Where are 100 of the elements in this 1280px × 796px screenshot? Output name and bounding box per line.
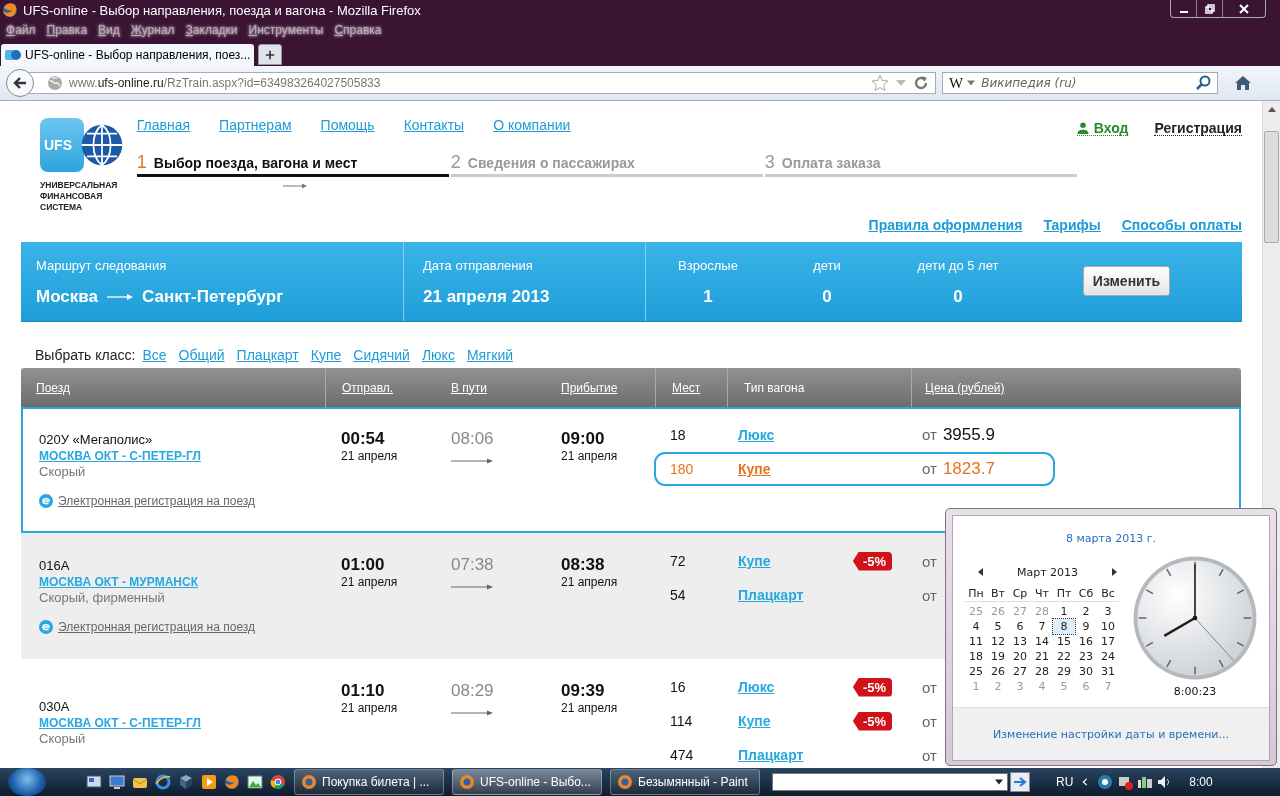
menu-item[interactable]: Справка (334, 23, 382, 37)
departure-time: 01:10 (341, 681, 385, 701)
cube-icon[interactable] (178, 774, 194, 790)
home-icon (1234, 74, 1252, 92)
calendar-day[interactable]: 1 (1053, 604, 1075, 619)
browser-tab[interactable]: UFS-online - Выбор направления, поез... (1, 44, 255, 66)
arrow-icon (451, 710, 493, 716)
arrival-time: 09:00 (561, 429, 605, 449)
search-icon[interactable] (1195, 75, 1211, 91)
menu-item[interactable]: Файл (6, 23, 36, 37)
e-registration-link[interactable]: Электронная регистрация на поезд (58, 620, 256, 634)
discount-badge: -5% (852, 677, 892, 697)
dropdown-arrow-icon[interactable] (995, 778, 1003, 786)
browser-icon[interactable] (224, 774, 240, 790)
network-icon[interactable] (1137, 774, 1154, 790)
calendar-day[interactable]: 10 (1097, 619, 1119, 634)
next-month-icon[interactable] (1112, 568, 1117, 576)
calendar-day[interactable]: 15 (1053, 634, 1075, 649)
calendar-day[interactable]: 3 (1097, 604, 1119, 619)
caret-icon[interactable] (967, 79, 976, 87)
window-icon[interactable] (86, 774, 102, 790)
taskbar-clock[interactable]: 8:00 (1189, 775, 1213, 789)
start-button[interactable] (8, 768, 46, 796)
menu-item[interactable]: Инструменты (248, 23, 324, 37)
monitor-icon[interactable] (109, 774, 125, 790)
calendar-day[interactable]: 9 (1075, 619, 1097, 634)
address-bar-field[interactable] (772, 773, 1008, 791)
globe-icon (47, 75, 63, 91)
calendar-day[interactable]: 6 (1009, 619, 1031, 634)
ring-icon[interactable] (155, 774, 171, 790)
star-icon[interactable] (871, 74, 889, 92)
browser-icon (2, 2, 18, 18)
seat-count: 72 (669, 553, 687, 569)
column-header[interactable]: В пути (451, 380, 488, 395)
calendar-day[interactable]: 25 (965, 664, 987, 679)
column-header[interactable]: Поезд (36, 380, 70, 395)
search-field[interactable]: W Википедия (ru) (942, 72, 1218, 94)
month-title: Март 2013 (1016, 565, 1079, 579)
url-text: www.ufs-online.ru/RzTrain.aspx?id=634983264027505833 (69, 76, 381, 90)
calendar-day[interactable]: 16 (1075, 634, 1097, 649)
calendar-day[interactable]: 11 (965, 634, 987, 649)
previous-month-icon[interactable] (978, 568, 983, 576)
car-option[interactable]: 180 Купе от 1823.7 (654, 452, 1055, 486)
calendar-day[interactable]: 2 (1075, 604, 1097, 619)
minimize-icon (1179, 10, 1188, 13)
car-option[interactable]: 18 Люкс от 3955.9 (654, 418, 1055, 452)
go-button[interactable] (1010, 772, 1030, 792)
taskbar-button[interactable]: UFS-online - Выбо... (452, 769, 602, 795)
calendar-day[interactable]: 29 (1053, 664, 1075, 679)
circle-icon[interactable] (270, 774, 286, 790)
menu-item[interactable]: Журнал (130, 23, 175, 37)
login-link[interactable]: Вход (1076, 120, 1129, 136)
arrow-icon (106, 293, 133, 301)
play-icon[interactable] (201, 774, 217, 790)
column-header[interactable]: Цена (рублей) (925, 380, 1005, 395)
calendar-day[interactable]: 27 (1009, 664, 1031, 679)
new-tab-button[interactable] (258, 44, 283, 65)
field-label: Маршрут следования (36, 258, 168, 274)
date-time-settings-link[interactable]: Изменение настройки даты и времени... (993, 727, 1229, 741)
step-tab[interactable]: 1 Выбор поезда, вагона и мест (136, 151, 449, 177)
calendar-day[interactable]: 26 (987, 664, 1009, 679)
monitor-icon[interactable] (1117, 774, 1134, 790)
change-button[interactable]: Изменить (1083, 266, 1170, 296)
taskbar-button[interactable]: Безымянный - Paint (610, 769, 760, 795)
calendar-day[interactable]: 7 (1031, 619, 1053, 634)
scroll-up-icon[interactable] (1267, 107, 1276, 112)
search-engine-logo[interactable]: W (949, 74, 964, 92)
calendar-day[interactable]: 17 (1097, 634, 1119, 649)
picture-icon[interactable] (247, 774, 263, 790)
scroll-thumb[interactable] (1264, 131, 1279, 243)
calendar-day[interactable]: 8 (1053, 619, 1075, 634)
disc-icon[interactable] (1097, 774, 1114, 790)
city-name: Москва (36, 287, 98, 307)
e-icon (39, 620, 53, 634)
menu-item[interactable]: Вид (98, 23, 120, 37)
arrival-date: 21 апреля (561, 701, 618, 715)
reload-icon[interactable] (913, 75, 929, 91)
column-header[interactable]: Отправл. (342, 380, 394, 395)
language-indicator[interactable]: RU (1056, 775, 1074, 789)
calendar-day[interactable]: 5 (987, 619, 1009, 634)
menu-item[interactable]: Правка (46, 23, 88, 37)
travel-time: 08:29 (451, 681, 494, 701)
menu-item[interactable]: Закладки (185, 23, 238, 37)
calendar-day[interactable]: 30 (1075, 664, 1097, 679)
chevron-icon[interactable] (1081, 778, 1090, 786)
register-link[interactable]: Регистрация (1154, 120, 1242, 136)
calendar-day[interactable]: 14 (1031, 634, 1053, 649)
calendar-day[interactable]: 4 (965, 619, 987, 634)
weekday-label: Вс (1097, 586, 1119, 602)
column-header[interactable]: Прибытие (561, 380, 618, 395)
calendar-day[interactable]: 12 (987, 634, 1009, 649)
calendar-day[interactable]: 28 (1031, 664, 1053, 679)
e-registration-link[interactable]: Электронная регистрация на поезд (58, 494, 256, 508)
taskbar-button[interactable]: Покупка билета | ... (294, 769, 444, 795)
column-header[interactable]: Мест (672, 380, 701, 395)
back-button[interactable] (6, 69, 34, 97)
calendar-day[interactable]: 31 (1097, 664, 1119, 679)
calendar-day[interactable]: 13 (1009, 634, 1031, 649)
arrow-icon (1013, 775, 1027, 789)
app-icon (301, 774, 317, 790)
